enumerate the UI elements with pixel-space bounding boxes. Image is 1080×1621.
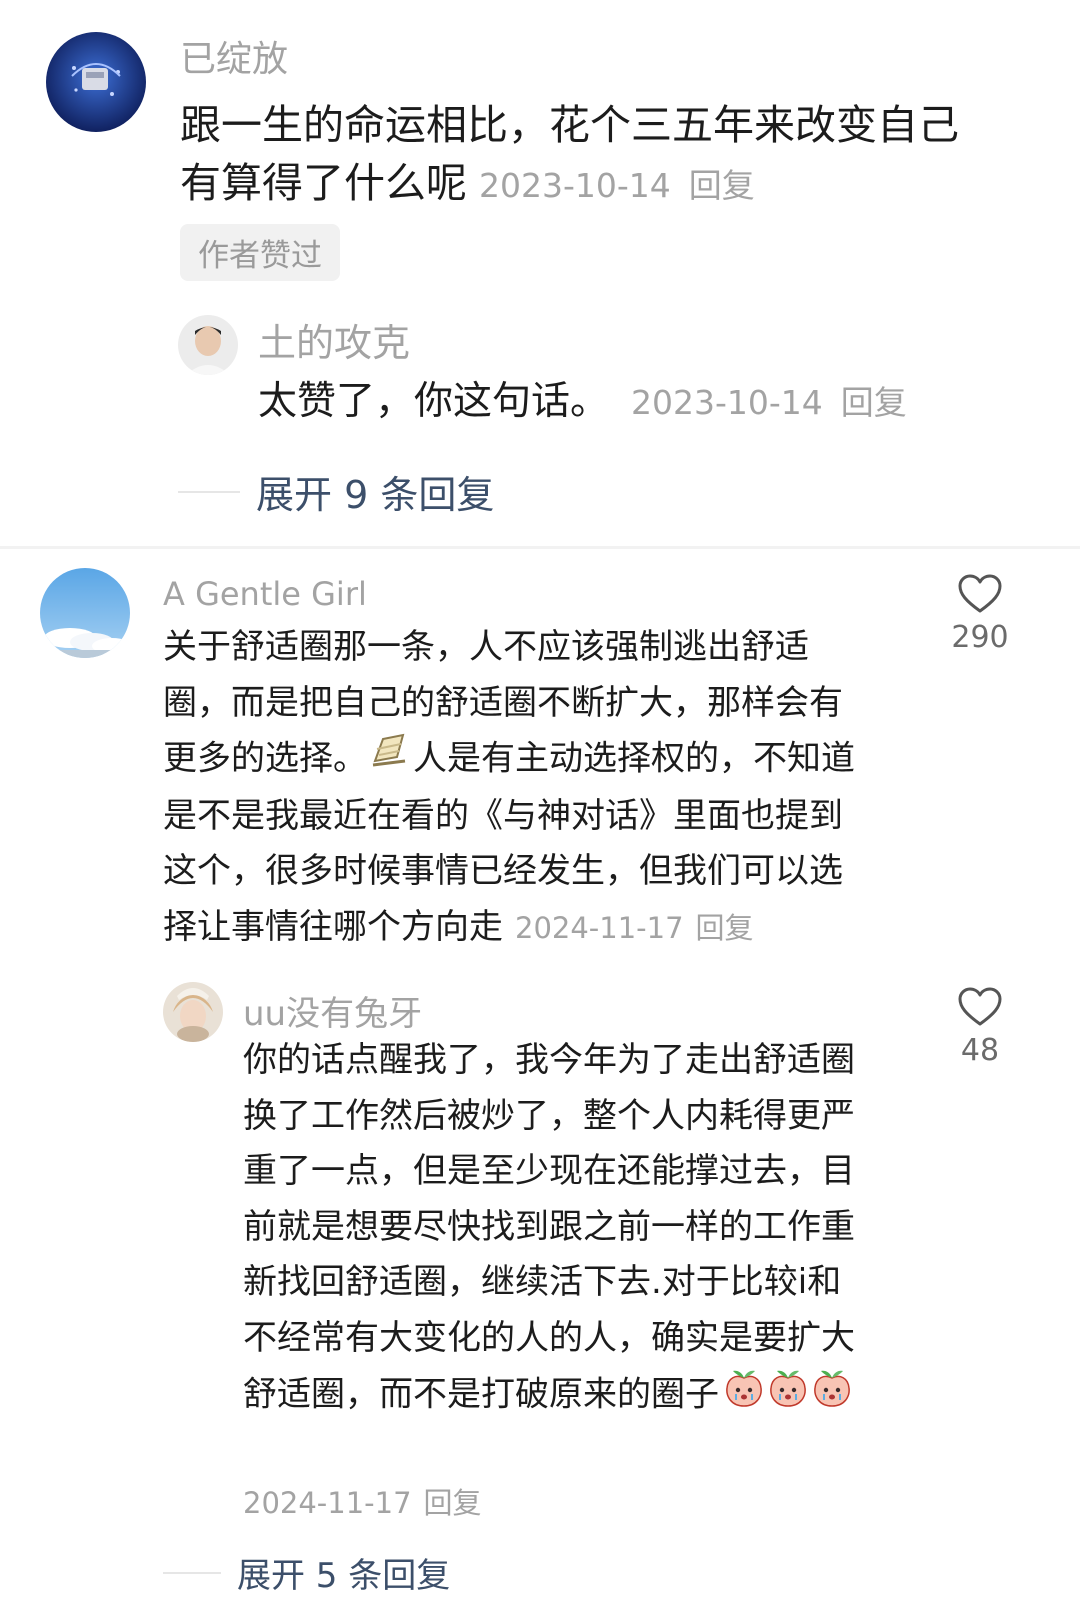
expand-divider-line (178, 490, 240, 493)
like-button[interactable]: 290 (935, 574, 1025, 655)
reply-text: 太赞了，你这句话。 (258, 379, 610, 424)
avatar[interactable] (46, 32, 146, 132)
comment-text: 更多的选择。 (163, 738, 367, 779)
reply-text-line: 前就是想要尽快找到跟之前一样的工作重 (243, 1206, 855, 1247)
reply-content: 你的话点醒我了，我今年为了走出舒适圈 换了工作然后被炒了，整个人内耗得更严 重了… (243, 1033, 855, 1426)
expand-replies-label[interactable]: 展开 5 条回复 (237, 1548, 450, 1597)
comment-text-line: 圈，而是把自己的舒适圈不断扩大，那样会有 (163, 682, 843, 723)
comment-text-line: 更多的选择。 人是有主动选择权的，不知道 (163, 731, 855, 789)
heart-outline-icon[interactable] (958, 574, 1002, 614)
reply-text-line: 新找回舒适圈，继续活下去.对于比较i和 (243, 1262, 842, 1302)
like-count: 48 (960, 1033, 1000, 1068)
heart-outline-icon[interactable] (958, 987, 1002, 1027)
comment-date: 2024-11-17 (515, 910, 684, 945)
avatar[interactable] (40, 568, 130, 658)
comment-text: 择让事情往哪个方向走 (163, 906, 503, 947)
reply-button[interactable]: 回复 (424, 1486, 482, 1520)
comment-divider (0, 546, 1080, 549)
comment-text-line: 跟一生的命运相比，花个三五年来改变自己 (180, 101, 959, 149)
crying-peach-emoji (811, 1366, 853, 1426)
reply-button[interactable]: 回复 (841, 383, 907, 422)
reply-text-line: 你的话点醒我了，我今年为了走出舒适圈 (243, 1040, 855, 1080)
reply-text-line: 重了一点，但是至少现在还能撑过去，目 (243, 1151, 855, 1191)
reply-meta: 2024-11-17 回复 (243, 1480, 482, 1522)
comment-text-line: 是不是我最近在看的《与神对话》里面也提到 (163, 795, 843, 836)
reply-text: 舒适圈，而不是打破原来的圈子 (243, 1374, 719, 1415)
expand-replies-button[interactable]: 展开 5 条回复 (163, 1548, 450, 1597)
reply-username[interactable]: 土的攻克 (258, 312, 410, 367)
reply-username[interactable]: uu没有兔牙 (243, 986, 422, 1035)
reply-text-line: 不经常有大变化的人的人，确实是要扩大 (243, 1317, 855, 1358)
expand-divider-line (163, 1571, 221, 1574)
crying-peach-emoji (767, 1366, 809, 1426)
reply-button[interactable]: 回复 (696, 911, 754, 945)
comment-text-line: 关于舒适圈那一条，人不应该强制逃出舒适 (163, 627, 809, 667)
comment-text-line: 有算得了什么呢 2023-10-14 回复 (180, 154, 959, 215)
reply-button[interactable]: 回复 (689, 166, 755, 205)
comment-text: 有算得了什么呢 (180, 159, 467, 207)
avatar[interactable] (163, 982, 223, 1042)
comment-content: 跟一生的命运相比，花个三五年来改变自己 有算得了什么呢 2023-10-14 回复 (180, 96, 959, 215)
reply-content: 太赞了，你这句话。 2023-10-14 回复 (258, 374, 907, 431)
comment-content: 关于舒适圈那一条，人不应该强制逃出舒适 圈，而是把自己的舒适圈不断扩大，那样会有… (163, 620, 855, 956)
lounge-chair-emoji (369, 731, 411, 789)
crying-peach-emoji (723, 1366, 765, 1426)
like-button[interactable]: 48 (935, 987, 1025, 1068)
reply-text-line: 舒适圈，而不是打破原来的圈子 (243, 1366, 855, 1426)
reply-date: 2024-11-17 (243, 1486, 412, 1520)
emoji-group (719, 1370, 853, 1414)
comment-text-line: 这个，很多时候事情已经发生，但我们可以选 (163, 851, 843, 891)
reply-date: 2023-10-14 (631, 383, 823, 422)
expand-replies-button[interactable]: 展开 9 条回复 (178, 464, 494, 519)
reply-text-line: 换了工作然后被炒了，整个人内耗得更严 (243, 1095, 855, 1136)
comment-username[interactable]: 已绽放 (180, 30, 288, 82)
author-liked-badge: 作者赞过 (180, 224, 340, 281)
comment-username[interactable]: A Gentle Girl (163, 575, 367, 613)
comment-text: 人是有主动选择权的，不知道 (413, 738, 855, 779)
avatar[interactable] (178, 315, 238, 375)
comment-date: 2023-10-14 (479, 166, 671, 205)
like-count: 290 (951, 620, 1009, 655)
reply-text-line: 太赞了，你这句话。 2023-10-14 回复 (258, 374, 907, 431)
comment-text-line: 择让事情往哪个方向走 2024-11-17 回复 (163, 900, 855, 957)
expand-replies-label[interactable]: 展开 9 条回复 (256, 464, 494, 519)
